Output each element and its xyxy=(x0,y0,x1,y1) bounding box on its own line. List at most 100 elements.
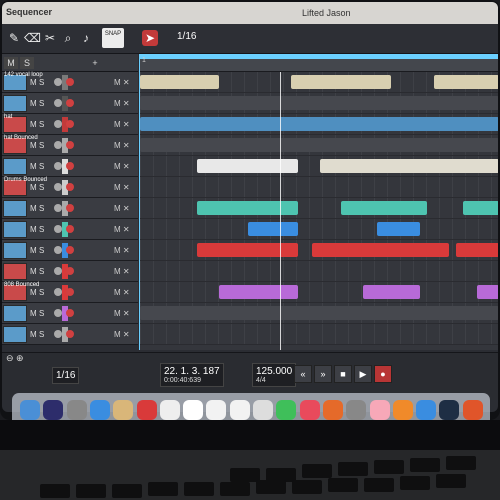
books-icon[interactable] xyxy=(392,400,413,420)
reminders-icon[interactable] xyxy=(229,400,250,420)
solo-button[interactable]: S xyxy=(39,288,44,297)
audio-clip[interactable] xyxy=(140,96,498,110)
calendar-icon[interactable] xyxy=(183,400,204,420)
track-row[interactable]: M S M ✕ xyxy=(2,156,138,177)
mute-button[interactable]: M xyxy=(30,162,37,171)
arrange-lane[interactable] xyxy=(140,282,498,303)
track-row[interactable]: M S M ✕ xyxy=(2,198,138,219)
track-thumbnail[interactable] xyxy=(3,158,27,175)
mute-button[interactable]: M xyxy=(30,183,37,192)
mail-icon[interactable] xyxy=(113,400,134,420)
finder-icon[interactable] xyxy=(20,400,40,420)
audio-clip[interactable] xyxy=(319,159,498,173)
track-thumbnail[interactable] xyxy=(3,305,27,322)
loop-region[interactable] xyxy=(140,54,498,59)
mute-button[interactable]: M xyxy=(30,141,37,150)
record-arm-button[interactable] xyxy=(66,267,74,275)
ruler-bar-number[interactable]: 1 xyxy=(142,57,146,64)
forward-button[interactable]: » xyxy=(314,365,332,383)
record-arm-button[interactable] xyxy=(66,309,74,317)
volume-knob[interactable] xyxy=(54,204,62,212)
track-mute-x-icon[interactable]: M ✕ xyxy=(114,267,130,276)
solo-button[interactable]: S xyxy=(39,183,44,192)
track-row[interactable]: M S M ✕ xyxy=(2,303,138,324)
arrange-area[interactable]: 1 xyxy=(139,54,498,350)
knife-icon[interactable]: ✂ xyxy=(42,30,58,46)
solo-button[interactable]: S xyxy=(39,267,44,276)
playhead[interactable] xyxy=(280,72,281,350)
audio-clip[interactable] xyxy=(197,159,298,173)
stop-button[interactable]: ■ xyxy=(334,365,352,383)
timeline-ruler[interactable]: 1 xyxy=(140,54,498,72)
track-mute-x-icon[interactable]: M ✕ xyxy=(114,246,130,255)
track-thumbnail[interactable] xyxy=(3,221,27,238)
solo-button[interactable]: S xyxy=(39,120,44,129)
audio-clip[interactable] xyxy=(341,201,428,215)
track-mute-x-icon[interactable]: M ✕ xyxy=(114,120,130,129)
volume-knob[interactable] xyxy=(54,246,62,254)
opera-icon[interactable] xyxy=(136,400,157,420)
arrange-lane[interactable] xyxy=(140,135,498,156)
tempo-display[interactable]: 125.000 4/4 xyxy=(252,363,297,387)
track-row[interactable]: M S M ✕ xyxy=(2,240,138,261)
solo-button[interactable]: S xyxy=(39,204,44,213)
music-icon[interactable] xyxy=(299,400,320,420)
record-arm-button[interactable] xyxy=(66,246,74,254)
zoom-icon[interactable]: ⊖ ⊕ xyxy=(6,353,24,364)
mute-button[interactable]: M xyxy=(30,246,37,255)
solo-button[interactable]: S xyxy=(39,162,44,171)
rewind-button[interactable]: « xyxy=(294,365,312,383)
volume-knob[interactable] xyxy=(54,288,62,296)
record-arm-button[interactable] xyxy=(66,141,74,149)
record-arm-button[interactable] xyxy=(66,183,74,191)
record-arm-button[interactable] xyxy=(66,288,74,296)
mute-button[interactable]: M xyxy=(30,78,37,87)
track-mute-x-icon[interactable]: M ✕ xyxy=(114,204,130,213)
track-thumbnail[interactable] xyxy=(3,95,27,112)
audio-clip[interactable] xyxy=(140,117,498,131)
track-row[interactable]: 808 Bounced M S M ✕ xyxy=(2,282,138,303)
track-mute-x-icon[interactable]: M ✕ xyxy=(114,225,130,234)
eraser-icon[interactable]: ⌫ xyxy=(24,30,41,46)
mute-button[interactable]: M xyxy=(30,204,37,213)
track-mute-x-icon[interactable]: M ✕ xyxy=(114,99,130,108)
audio-clip[interactable] xyxy=(477,285,498,299)
track-thumbnail[interactable] xyxy=(3,200,27,217)
audio-clip[interactable] xyxy=(434,75,498,89)
ubuntu-icon[interactable] xyxy=(462,400,483,420)
record-button[interactable]: ● xyxy=(374,365,392,383)
track-mute-x-icon[interactable]: M ✕ xyxy=(114,162,130,171)
snap-button[interactable]: SNAP xyxy=(102,28,124,48)
solo-button[interactable]: S xyxy=(39,225,44,234)
position-display[interactable]: 22. 1. 3. 187 0:00:40:639 xyxy=(160,363,224,387)
track-row[interactable]: M S M ✕ xyxy=(2,261,138,282)
arrange-lane[interactable] xyxy=(140,219,498,240)
safari-icon[interactable] xyxy=(89,400,110,420)
volume-knob[interactable] xyxy=(54,330,62,338)
audio-clip[interactable] xyxy=(197,243,298,257)
grid-value[interactable]: 1/16 xyxy=(177,31,196,42)
track-mute-x-icon[interactable]: M ✕ xyxy=(114,78,130,87)
volume-knob[interactable] xyxy=(54,267,62,275)
system-prefs-icon[interactable] xyxy=(346,400,367,420)
mute-button[interactable]: M xyxy=(30,288,37,297)
arrange-lane[interactable] xyxy=(140,93,498,114)
arrange-lane[interactable] xyxy=(140,303,498,324)
grid-display[interactable]: 1/16 xyxy=(52,367,80,384)
track-thumbnail[interactable] xyxy=(3,242,27,259)
audio-clip[interactable] xyxy=(312,243,449,257)
messages-icon[interactable] xyxy=(276,400,297,420)
play-button[interactable]: ▶ xyxy=(354,365,372,383)
pencil-icon[interactable]: ✎ xyxy=(6,30,22,46)
volume-knob[interactable] xyxy=(54,120,62,128)
audio-clip[interactable] xyxy=(140,306,498,320)
notes-icon[interactable] xyxy=(206,400,227,420)
launchpad-icon[interactable] xyxy=(66,400,87,420)
zoom-icon[interactable]: ⌕ xyxy=(60,30,76,46)
arrange-lane[interactable] xyxy=(140,156,498,177)
audio-clip[interactable] xyxy=(376,222,421,236)
arrange-lane[interactable] xyxy=(140,198,498,219)
record-arm-button[interactable] xyxy=(66,78,74,86)
volume-knob[interactable] xyxy=(54,162,62,170)
arrange-lane[interactable] xyxy=(140,177,498,198)
